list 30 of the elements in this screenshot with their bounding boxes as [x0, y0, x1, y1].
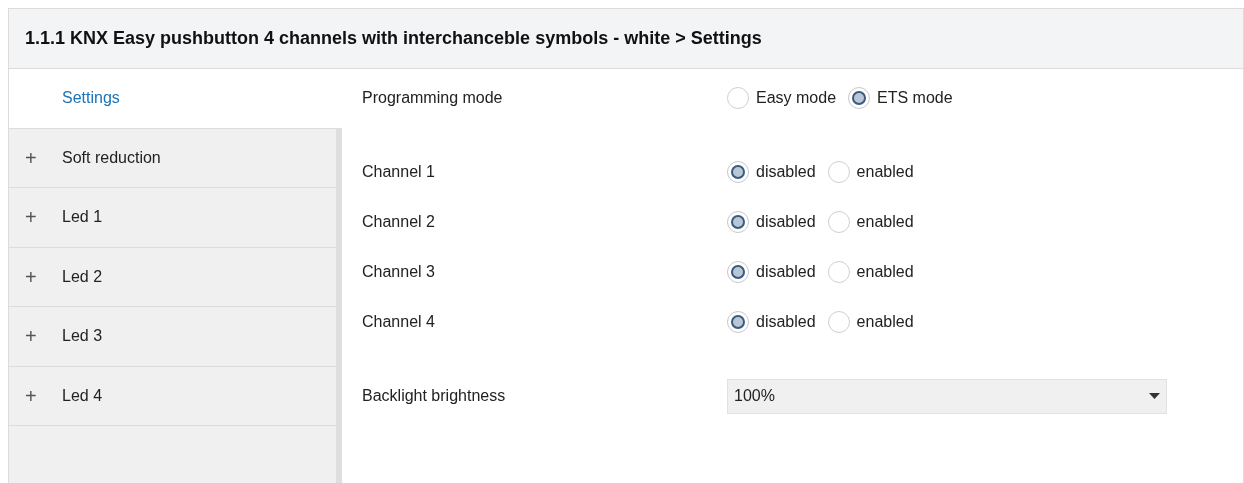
radio-option[interactable]: disabled	[727, 260, 816, 284]
sidebar-item[interactable]: Settings	[9, 69, 342, 129]
radio-option[interactable]: disabled	[727, 210, 816, 234]
parameter-label: Backlight brightness	[362, 386, 507, 406]
radio-button[interactable]	[727, 311, 749, 333]
radio-button[interactable]	[727, 211, 749, 233]
radio-option[interactable]: enabled	[827, 160, 914, 184]
radio-option[interactable]: enabled	[827, 310, 914, 334]
radio-button[interactable]	[848, 87, 871, 109]
radio-option[interactable]: ETS mode	[848, 86, 953, 110]
radio-button[interactable]	[827, 161, 850, 183]
radio-button[interactable]	[727, 161, 749, 183]
brightness-dropdown[interactable]: 100%	[727, 378, 1167, 414]
parameter-label: Channel 2	[362, 212, 436, 232]
parameter-label: Programming mode	[362, 88, 504, 108]
radio-option[interactable]: disabled	[727, 160, 816, 184]
radio-option[interactable]: disabled	[727, 310, 816, 334]
radio-button[interactable]	[727, 87, 749, 109]
parameter-label: Channel 3	[362, 262, 436, 282]
radio-option[interactable]: enabled	[827, 260, 914, 284]
parameter-label: Channel 1	[362, 162, 436, 182]
radio-option[interactable]: Easy mode	[727, 86, 837, 110]
radio-button[interactable]	[827, 261, 850, 283]
radio-button[interactable]	[827, 211, 850, 233]
caret-icon	[1149, 393, 1160, 399]
radio-option[interactable]: enabled	[827, 210, 914, 234]
radio-button[interactable]	[827, 311, 850, 333]
window-title: 1.1.1 KNX Easy pushbutton 4 channels with interchanceble symbols - white > Settings	[9, 9, 1243, 69]
radio-button[interactable]	[727, 261, 749, 283]
parameter-label: Channel 4	[362, 312, 436, 332]
